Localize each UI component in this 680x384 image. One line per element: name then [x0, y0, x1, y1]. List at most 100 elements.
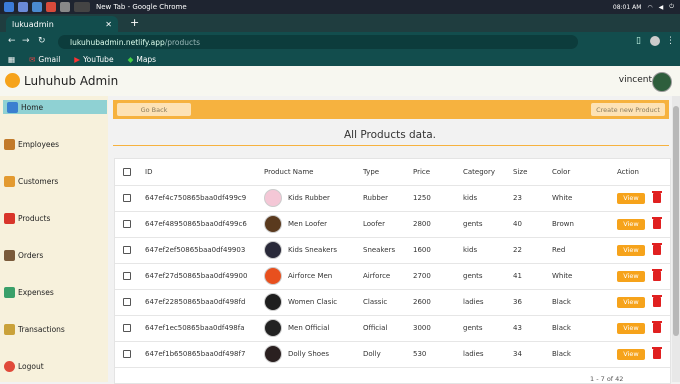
bookmark-youtube[interactable]: ▶ YouTube — [74, 55, 113, 64]
user-avatar[interactable] — [652, 72, 672, 92]
row-checkbox[interactable] — [123, 220, 131, 228]
product-color: Black — [552, 350, 571, 358]
view-button[interactable]: View — [617, 296, 645, 308]
new-tab-icon[interactable]: + — [130, 16, 139, 29]
bookmark-gmail[interactable]: ✉ Gmail — [29, 55, 60, 64]
reload-icon[interactable]: ↻ — [38, 36, 46, 46]
product-size: 34 — [513, 350, 522, 358]
bookmarks-bar: ▦ ✉ Gmail ▶ YouTube ◆ Maps — [0, 52, 680, 66]
trash-icon[interactable] — [652, 243, 662, 255]
trash-icon[interactable] — [652, 269, 662, 281]
column-header: Type — [363, 168, 380, 176]
sidebar-item-expenses[interactable]: Expenses — [0, 285, 108, 299]
app-launcher-icon[interactable] — [4, 2, 14, 12]
back-arrow-icon[interactable]: ← — [8, 36, 16, 46]
product-size: 41 — [513, 272, 522, 280]
product-color: White — [552, 194, 573, 202]
row-checkbox[interactable] — [123, 350, 131, 358]
power-icon[interactable]: ⏻ — [669, 3, 674, 11]
taskbar-window-title[interactable]: New Tab - Google Chrome — [96, 3, 187, 11]
product-price: 2800 — [413, 220, 431, 228]
product-name: Dolly Shoes — [288, 350, 330, 358]
row-checkbox[interactable] — [123, 298, 131, 306]
bookmark-apps-icon[interactable]: ▦ — [8, 55, 15, 64]
sidebar-item-customers[interactable]: Customers — [0, 174, 108, 188]
brand-logo-icon — [5, 73, 20, 88]
maps-icon: ◆ — [127, 54, 134, 64]
table-row: 647ef4c750865baa0df499c9 Kids Rubber Rub… — [115, 185, 670, 212]
trash-icon[interactable] — [652, 295, 662, 307]
product-id: 647ef2ef50865baa0df49903 — [145, 246, 246, 254]
product-thumbnail — [264, 267, 282, 285]
url-host: lukuhubadmin.netlify.app — [70, 37, 165, 47]
view-button[interactable]: View — [617, 322, 645, 334]
profile-avatar-icon[interactable] — [650, 36, 660, 46]
table-row: 647ef48950865baa0df499c6 Men Loofer Loof… — [115, 211, 670, 238]
gmail-icon: ✉ — [29, 54, 36, 64]
page-scrollbar[interactable] — [672, 96, 680, 382]
trash-icon[interactable] — [652, 191, 662, 203]
row-checkbox[interactable] — [123, 194, 131, 202]
home-icon — [7, 101, 18, 113]
sidebar-item-logout[interactable]: Logout — [0, 359, 108, 373]
browser-menu-icon[interactable]: ⋮ — [666, 36, 675, 46]
wifi-icon[interactable]: ◠ — [647, 4, 652, 11]
product-size: 22 — [513, 246, 522, 254]
folder-icon[interactable] — [32, 2, 42, 12]
view-button[interactable]: View — [617, 192, 645, 204]
url-path: /products — [164, 37, 200, 47]
orders-icon — [4, 249, 15, 261]
products-table: ID Product Name Type Price Category Size… — [114, 158, 671, 384]
product-category: gents — [463, 220, 483, 228]
product-type: Rubber — [363, 194, 389, 202]
employees-icon — [4, 138, 15, 150]
files-icon[interactable] — [18, 2, 28, 12]
go-back-button[interactable]: Go Back — [117, 103, 191, 116]
product-thumbnail — [264, 189, 282, 207]
terminal-icon[interactable] — [60, 2, 70, 12]
product-price: 1250 — [413, 194, 431, 202]
sidebar-item-home[interactable]: Home — [3, 100, 107, 114]
row-checkbox[interactable] — [123, 272, 131, 280]
product-name: Women Clasic — [288, 298, 338, 306]
chrome-icon[interactable] — [46, 2, 56, 12]
view-button[interactable]: View — [617, 348, 645, 360]
product-thumbnail — [264, 293, 282, 311]
sidebar-item-products[interactable]: Products — [0, 211, 108, 225]
sidebar-item-transactions[interactable]: Transactions — [0, 322, 108, 336]
view-button[interactable]: View — [617, 244, 645, 256]
trash-icon[interactable] — [652, 347, 662, 359]
view-button[interactable]: View — [617, 270, 645, 282]
row-checkbox[interactable] — [123, 324, 131, 332]
column-header: Category — [463, 168, 495, 176]
product-name: Men Loofer — [288, 220, 327, 228]
product-color: Brown — [552, 220, 574, 228]
row-checkbox[interactable] — [123, 246, 131, 254]
trash-icon[interactable] — [652, 217, 662, 229]
create-product-button[interactable]: Create new Product — [591, 103, 665, 116]
volume-icon[interactable]: ◀ — [659, 4, 664, 11]
product-id: 647ef1ec50865baa0df498fa — [145, 324, 245, 332]
close-tab-icon[interactable]: ✕ — [105, 20, 112, 29]
taskbar-window-thumb[interactable] — [74, 2, 90, 12]
product-color: Black — [552, 324, 571, 332]
address-bar-row: ← → ↻ lukuhubadmin.netlify.app/products … — [0, 32, 680, 52]
sidebar-item-orders[interactable]: Orders — [0, 248, 108, 262]
sidebar-toggle-icon[interactable]: ▯ — [636, 36, 641, 46]
tab-lukuadmin[interactable]: lukuadmin ✕ — [6, 16, 118, 32]
product-type: Sneakers — [363, 246, 396, 254]
select-all-checkbox[interactable] — [123, 168, 131, 176]
product-name: Men Official — [288, 324, 330, 332]
column-header: Size — [513, 168, 528, 176]
scrollbar-thumb[interactable] — [673, 106, 679, 336]
clock-text: 08:01 AM — [612, 3, 642, 11]
forward-arrow-icon[interactable]: → — [22, 36, 30, 46]
product-id: 647ef22850865baa0df498fd — [145, 298, 246, 306]
youtube-icon: ▶ — [74, 54, 81, 64]
bookmark-maps[interactable]: ◆ Maps — [128, 55, 157, 64]
sidebar-item-employees[interactable]: Employees — [0, 137, 108, 151]
view-button[interactable]: View — [617, 218, 645, 230]
trash-icon[interactable] — [652, 321, 662, 333]
url-input[interactable]: lukuhubadmin.netlify.app/products — [58, 35, 578, 49]
product-price: 1600 — [413, 246, 431, 254]
